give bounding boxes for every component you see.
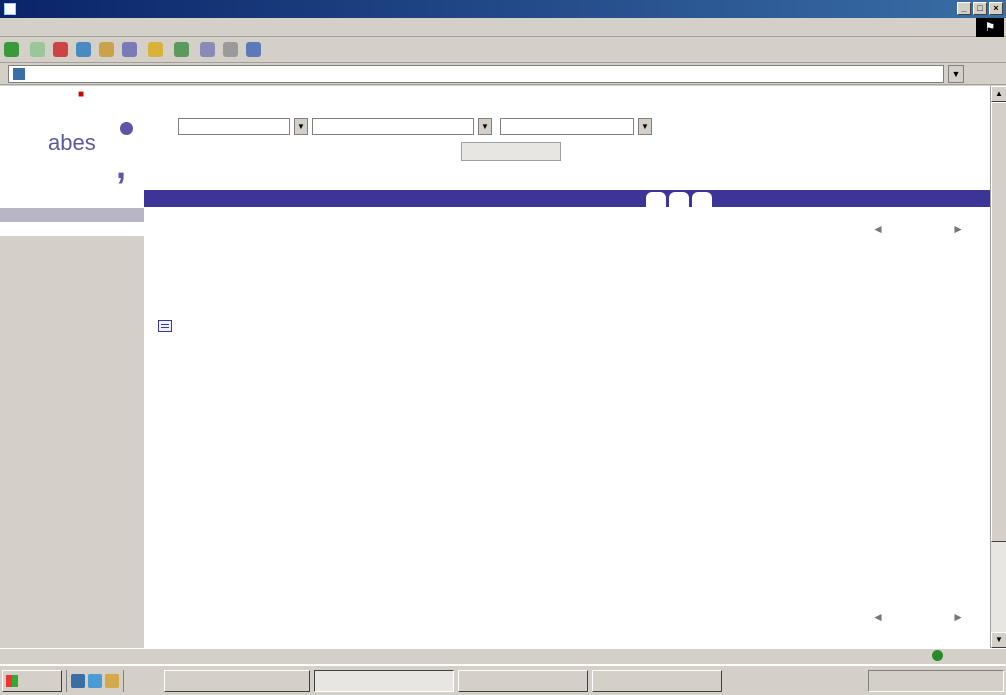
search-index-select[interactable] [178,118,290,135]
pager-top: ◄ ► [858,222,978,252]
leftnav-item[interactable] [0,222,144,236]
previous-arrow-icon[interactable]: ◄ [872,222,884,236]
abes-logo: abes , [40,122,140,186]
print-icon [223,42,238,57]
record-fields [180,352,960,364]
security-zone [932,650,946,661]
mail-icon [200,42,215,57]
home-button[interactable] [99,42,114,57]
leftnav-item[interactable] [0,250,144,264]
internet-zone-icon [932,650,943,661]
notice-heading [158,320,178,332]
scroll-thumb[interactable] [991,102,1006,542]
next-arrow-icon[interactable]: ► [952,610,964,624]
scroll-up-icon[interactable]: ▲ [991,86,1006,102]
taskbar [0,664,1006,695]
windows-logo-icon: ⚑ [976,18,1004,37]
taskbar-item[interactable] [164,669,310,692]
search-term-dropdown-icon[interactable]: ▼ [478,118,492,135]
previous-arrow-icon[interactable]: ◄ [872,610,884,624]
left-navigation [0,208,144,648]
window-title-bar: _ □ × [0,0,1006,18]
address-input[interactable] [8,64,944,83]
back-arrow-icon [4,42,19,57]
maximize-button[interactable]: □ [973,2,987,15]
edit-button[interactable] [246,42,261,57]
leftnav-item[interactable] [0,236,144,250]
search-icon [122,42,137,57]
star-icon [148,42,163,57]
red-bullet-icon: ■ [78,89,85,100]
status-bar [0,648,1006,664]
leftnav-item[interactable] [0,208,144,222]
history-button[interactable] [174,42,192,57]
search-term-input[interactable] [312,118,474,135]
forward-button[interactable] [30,42,45,57]
logo-comma: , [116,145,127,186]
taskbar-item[interactable] [458,669,588,692]
desktop-icon[interactable] [71,673,85,688]
minimize-button[interactable]: _ [957,2,971,15]
header-bar [144,190,990,207]
scroll-down-icon[interactable]: ▼ [991,632,1006,648]
edit-icon [246,42,261,57]
taskbar-item[interactable] [314,669,454,692]
refresh-button[interactable] [76,42,91,57]
search-operator-select[interactable] [500,118,634,135]
browser-icon[interactable] [88,673,102,688]
home-icon [99,42,114,57]
tab-full-view[interactable] [669,192,689,207]
history-icon [174,42,189,57]
mail-button[interactable] [200,42,215,57]
taskbar-item[interactable] [592,669,722,692]
tab-short-view[interactable] [646,192,666,207]
start-button[interactable] [2,669,62,692]
stop-icon [53,42,68,57]
search-operator-dropdown-icon[interactable]: ▼ [638,118,652,135]
folder-icon[interactable] [105,673,119,688]
menu-bar: ⚑ [0,18,1006,37]
back-button[interactable] [4,42,22,57]
quick-launch [66,669,124,692]
site-top-strip: ■ [0,86,990,102]
go-button[interactable] [968,65,1006,83]
search-submit-button[interactable] [461,142,561,161]
system-tray [868,670,1004,692]
close-button[interactable]: × [989,2,1003,15]
next-arrow-icon[interactable]: ► [952,222,964,236]
view-tabs [643,190,712,207]
address-bar: ▼ [0,63,1006,85]
refresh-icon [76,42,91,57]
document-icon [158,320,172,332]
vertical-scrollbar[interactable]: ▲ ▼ [990,86,1006,648]
windows-logo-icon [6,674,18,687]
page-viewport: ■ abes , ▼ ▼ ▼ ◄ ► ◄ ► [0,86,990,648]
browser-icon [4,3,16,15]
favorites-button[interactable] [148,42,166,57]
search-index-dropdown-icon[interactable]: ▼ [294,118,308,135]
forward-arrow-icon [30,42,45,57]
tab-marc-view[interactable] [692,192,712,207]
stop-button[interactable] [53,42,68,57]
page-icon [13,67,25,80]
print-button[interactable] [223,42,238,57]
pager-bottom: ◄ ► [858,610,978,640]
search-row: ▼ ▼ ▼ [178,118,652,135]
logo-dot [120,122,133,135]
search-button[interactable] [122,42,140,57]
address-dropdown-button[interactable]: ▼ [948,64,964,83]
browser-toolbar [0,37,1006,63]
